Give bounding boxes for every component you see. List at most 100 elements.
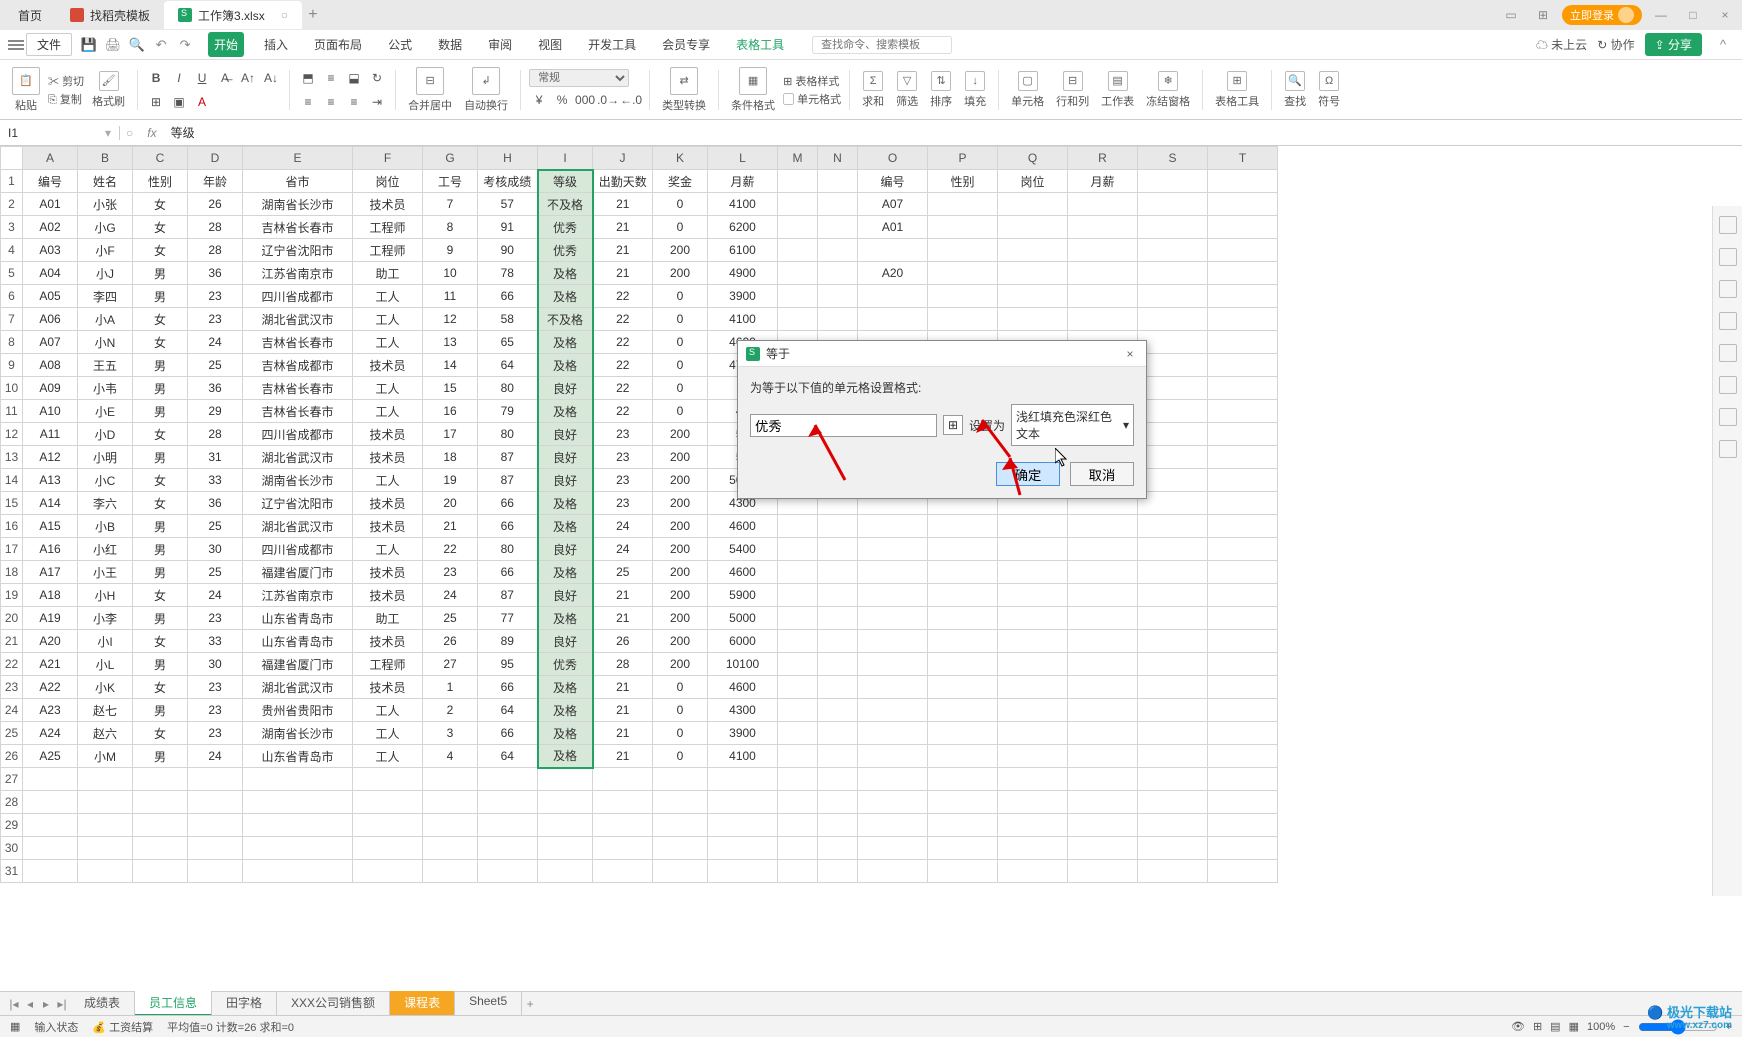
col-header[interactable]: T [1208,147,1278,170]
cell[interactable]: 技术员 [353,354,423,377]
cell[interactable]: 编号 [23,170,78,193]
cell[interactable] [188,837,243,860]
cell[interactable]: 不及格 [538,193,593,216]
cell[interactable] [858,561,928,584]
fontcolor-button[interactable]: A [192,92,212,112]
cell[interactable] [708,814,778,837]
cell[interactable] [928,193,998,216]
cell[interactable]: 工号 [423,170,478,193]
cell[interactable]: 工人 [353,469,423,492]
cell[interactable]: 16 [423,400,478,423]
cell[interactable] [353,837,423,860]
cell[interactable]: 21 [593,193,653,216]
cell[interactable] [1138,561,1208,584]
cell[interactable]: 男 [133,607,188,630]
cell[interactable]: 23 [593,492,653,515]
zoom-out-icon[interactable]: − [1623,1021,1629,1033]
cell[interactable]: 助工 [353,262,423,285]
tablestyle-button[interactable]: ⊞ 表格样式 [783,73,841,89]
cell[interactable]: 33 [188,630,243,653]
cell[interactable] [818,584,858,607]
cell[interactable]: A11 [23,423,78,446]
cell[interactable]: 湖北省武汉市 [243,676,353,699]
cell[interactable] [1068,814,1138,837]
cut-button[interactable]: ✂ 剪切 [48,73,84,89]
cell[interactable] [1138,584,1208,607]
cell[interactable] [928,216,998,239]
col-header[interactable]: C [133,147,188,170]
cell[interactable]: 湖南省长沙市 [243,193,353,216]
cell[interactable] [1208,630,1278,653]
cell[interactable] [538,768,593,791]
cell[interactable] [928,515,998,538]
cell[interactable] [478,860,538,883]
cell[interactable]: 89 [478,630,538,653]
cell[interactable]: 0 [653,331,708,354]
cell[interactable]: 21 [593,607,653,630]
cell[interactable]: 小I [78,630,133,653]
cell[interactable]: 30 [188,538,243,561]
cell[interactable]: 四川省成都市 [243,538,353,561]
cellstyle-button[interactable]: ▢ 单元格式 [783,91,841,107]
cell[interactable] [1208,722,1278,745]
cell[interactable] [423,768,478,791]
cell[interactable] [858,860,928,883]
cell[interactable]: 200 [653,630,708,653]
cell[interactable]: 省市 [243,170,353,193]
sheet-tab[interactable]: Sheet5 [455,991,522,1016]
cell[interactable] [1138,837,1208,860]
row-header[interactable]: 13 [1,446,23,469]
cell[interactable] [23,768,78,791]
cell[interactable] [858,308,928,331]
cell[interactable]: 工人 [353,285,423,308]
cell[interactable]: A16 [23,538,78,561]
cell[interactable]: 湖北省武汉市 [243,308,353,331]
cell[interactable] [1068,699,1138,722]
cell[interactable]: 女 [133,331,188,354]
cell[interactable] [778,745,818,768]
sheet-tab[interactable]: XXX公司销售额 [277,991,390,1016]
dec-dec-icon[interactable]: ←.0 [621,90,641,110]
row-header[interactable]: 6 [1,285,23,308]
cell[interactable] [1208,400,1278,423]
cell[interactable] [778,814,818,837]
cell[interactable]: 男 [133,285,188,308]
col-header[interactable]: M [778,147,818,170]
cell[interactable] [538,791,593,814]
cell[interactable]: 64 [478,699,538,722]
col-header[interactable]: P [928,147,998,170]
condfmt-button[interactable]: ▦条件格式 [727,67,779,113]
cell[interactable]: 岗位 [998,170,1068,193]
cell[interactable]: A25 [23,745,78,768]
italic-button[interactable]: I [169,68,189,88]
align-top-icon[interactable]: ⬒ [298,68,318,88]
cell[interactable]: A15 [23,515,78,538]
cell[interactable] [1068,308,1138,331]
search-input[interactable] [812,36,952,54]
cell[interactable] [1068,538,1138,561]
cell[interactable]: 21 [593,216,653,239]
cell[interactable] [778,239,818,262]
cell[interactable]: A12 [23,446,78,469]
row-header[interactable]: 31 [1,860,23,883]
rt-icon-3[interactable] [1719,280,1737,298]
row-header[interactable]: 26 [1,745,23,768]
cell[interactable] [818,791,858,814]
cell[interactable]: 15 [423,377,478,400]
cell[interactable] [818,170,858,193]
cell[interactable] [243,860,353,883]
rt-icon-2[interactable] [1719,248,1737,266]
cell[interactable]: 及格 [538,561,593,584]
cell[interactable]: 0 [653,676,708,699]
cell[interactable]: 4600 [708,676,778,699]
row-header[interactable]: 14 [1,469,23,492]
cell[interactable] [353,860,423,883]
wrap-button[interactable]: ↲自动换行 [460,67,512,113]
cell[interactable] [998,745,1068,768]
cell[interactable]: 24 [593,538,653,561]
cell[interactable]: 女 [133,492,188,515]
cell[interactable]: 14 [423,354,478,377]
row-header[interactable]: 16 [1,515,23,538]
cell[interactable] [778,653,818,676]
cell[interactable] [998,285,1068,308]
